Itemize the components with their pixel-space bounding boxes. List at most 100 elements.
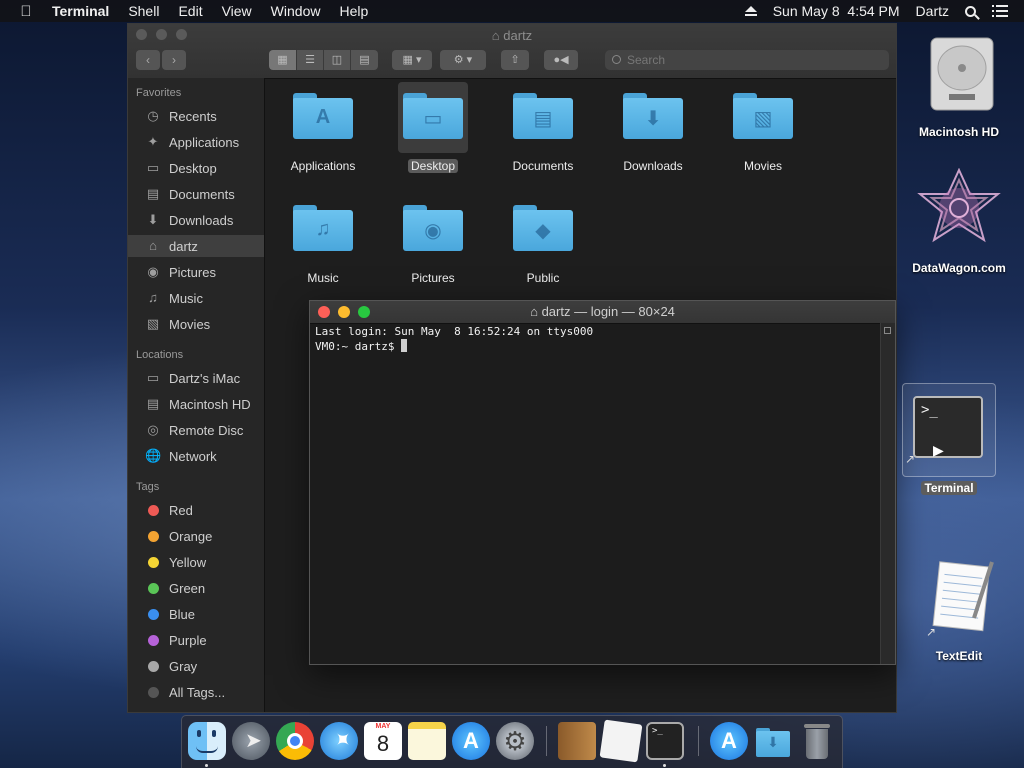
menu-shell[interactable]: Shell [128,3,159,19]
tag-color-dot-icon [148,660,159,672]
dock-contacts-icon[interactable] [558,722,596,760]
sidebar-favorites-header: Favorites [136,87,182,99]
folder-public[interactable]: ◆ Public [488,190,598,287]
sidebar-tag-gray[interactable]: Gray [128,655,264,677]
desktop-textedit[interactable]: ↗ TextEdit [904,556,1014,665]
menu-edit[interactable]: Edit [178,3,202,19]
group-control: ▦ ▾ [392,50,432,70]
menu-window[interactable]: Window [271,3,321,19]
menubar-clock[interactable]: Sun May 8 4:54 PM [773,3,900,19]
sidebar-item-pictures[interactable]: ◉ Pictures [128,261,264,283]
document-icon: ▤ [146,186,160,201]
gallery-view-button[interactable]: ▤ [351,50,378,70]
menu-help[interactable]: Help [339,3,368,19]
edit-tags-icon[interactable]: ●◀ [544,50,578,70]
sidebar-tag-purple[interactable]: Purple [128,629,264,651]
finder-search-input[interactable]: Search [605,50,889,70]
folder-movies[interactable]: ▧ Movies [708,78,818,175]
terminal-window-title: ⌂ dartz — login — 80×24 [530,304,675,319]
sidebar-item-documents[interactable]: ▤ Documents [128,183,264,205]
share-icon[interactable]: ⇧ [501,50,529,70]
mouse-pointer-icon: ▶ [933,442,944,458]
folder-downloads[interactable]: ⬇ Downloads [598,78,708,175]
sidebar-item-desktop[interactable]: ▭ Desktop [128,157,264,179]
sidebar-item-recents[interactable]: ◷ Recents [128,105,264,127]
dock-app-store-icon[interactable]: A [452,722,490,760]
folder-desktop[interactable]: ▭ Desktop [378,78,488,175]
all-tags-icon [148,686,159,698]
apple-menu-icon[interactable]:  [14,3,38,20]
spotlight-search-icon[interactable] [965,5,976,17]
documents-folder-icon: ▤ [513,93,573,139]
finder-titlebar[interactable]: ⌂ dartz ‹ › ▦ ☰ ◫ ▤ ▦ ▾ ⚙ ▾ ⇧ ●◀ Search [128,24,896,79]
sidebar-item-network[interactable]: 🌐 Network [128,445,264,467]
eject-icon[interactable] [744,5,757,17]
desktop-macintosh-hd[interactable]: Macintosh HD [904,32,1014,141]
sidebar-item-macintosh-hd[interactable]: ▤ Macintosh HD [128,393,264,415]
tag-label: Gray [169,658,198,674]
action-gear-button[interactable]: ⚙ ▾ [440,50,486,70]
menu-terminal[interactable]: Terminal [52,3,109,19]
sidebar-item-movies[interactable]: ▧ Movies [128,313,264,335]
terminal-output[interactable]: Last login: Sun May 8 16:52:24 on ttys00… [315,325,879,664]
dock-safari-icon[interactable]: ✦ [320,722,358,760]
finder-sidebar: Favorites ◷ Recents ✦ Applications ▭ Deskto… [128,78,265,712]
dock-textedit-icon[interactable] [599,719,643,763]
dock: ➤ ✦ MAY 8 A ⚙ >_ A ⬇ [181,715,843,768]
sidebar-item-imac[interactable]: ▭ Dartz's iMac [128,367,264,389]
icon-view-button[interactable]: ▦ [269,50,297,70]
folder-applications[interactable]: A Applications [268,78,378,175]
finder-running-indicator [205,764,208,767]
shell-prompt: VM0:~ dartz$ [315,340,402,353]
menubar-user[interactable]: Dartz [916,3,949,19]
share-control: ⇧ [501,50,529,70]
action-control: ⚙ ▾ [440,50,486,70]
sidebar-tag-red[interactable]: Red [128,499,264,521]
tag-label: Red [169,502,193,518]
dock-app-store-downloads-icon[interactable]: A [710,722,748,760]
list-view-button[interactable]: ☰ [297,50,324,70]
column-view-button[interactable]: ◫ [324,50,351,70]
folder-pictures[interactable]: ◉ Pictures [378,190,488,287]
forward-button[interactable]: › [162,50,186,70]
dock-terminal-icon[interactable]: >_ [646,722,684,760]
alias-arrow-icon: ↗ [926,625,936,639]
menu-view[interactable]: View [222,3,252,19]
dock-system-preferences-icon[interactable]: ⚙ [496,722,534,760]
music-note-icon: ♫ [148,290,158,305]
applications-icon: ✦ [147,134,159,149]
group-by-button[interactable]: ▦ ▾ [392,50,432,70]
folder-music[interactable]: ♫ Music [268,190,378,287]
sidebar-tag-blue[interactable]: Blue [128,603,264,625]
sidebar-item-applications[interactable]: ✦ Applications [128,131,264,153]
terminal-titlebar[interactable]: ⌂ dartz — login — 80×24 [310,301,895,324]
hard-drive-icon [930,37,994,111]
home-icon: ⌂ [149,238,157,253]
dock-downloads-folder-icon[interactable]: ⬇ [754,722,792,760]
dock-chrome-icon[interactable] [276,722,314,760]
sidebar-item-dartz[interactable]: ⌂ dartz [128,235,264,257]
dock-trash-icon[interactable] [798,722,836,760]
dock-launchpad-icon[interactable]: ➤ [232,722,270,760]
menu-bar:  Terminal Shell Edit View Window Help S… [0,0,1024,22]
home-icon: ⌂ [491,28,500,43]
sidebar-tag-green[interactable]: Green [128,577,264,599]
desktop-terminal[interactable]: >_ ↗ ▶ Terminal [894,383,1004,497]
sidebar-item-remote-disc[interactable]: ◎ Remote Disc [128,419,264,441]
desktop-folder-icon: ▭ [403,93,463,139]
back-button[interactable]: ‹ [136,50,160,70]
dock-separator [698,726,699,756]
sidebar-tag-orange[interactable]: Orange [128,525,264,547]
desktop-datawagon[interactable]: DataWagon.com [904,167,1014,277]
sidebar-tag-yellow[interactable]: Yellow [128,551,264,573]
terminal-scrollbar[interactable] [880,323,895,664]
notification-center-icon[interactable] [992,5,1008,17]
dock-finder-icon[interactable] [188,722,226,760]
sidebar-item-downloads[interactable]: ⬇ Downloads [128,209,264,231]
sidebar-item-all-tags[interactable]: All Tags... [128,681,264,703]
dock-calendar-icon[interactable]: MAY 8 [364,722,402,760]
dock-notes-icon[interactable] [408,722,446,760]
folder-documents[interactable]: ▤ Documents [488,78,598,175]
tag-label: Blue [169,606,196,622]
sidebar-item-music[interactable]: ♫ Music [128,287,264,309]
